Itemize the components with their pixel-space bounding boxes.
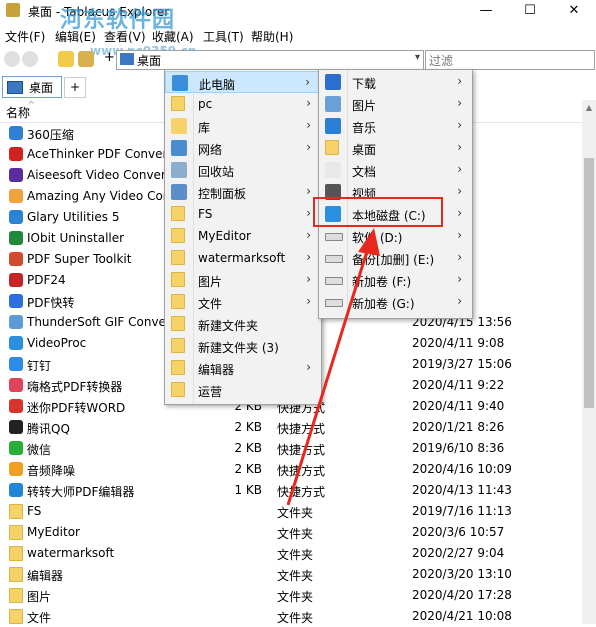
arrow-line — [286, 247, 370, 506]
annotation-arrow — [286, 228, 380, 506]
arrow-head-icon — [358, 228, 380, 256]
